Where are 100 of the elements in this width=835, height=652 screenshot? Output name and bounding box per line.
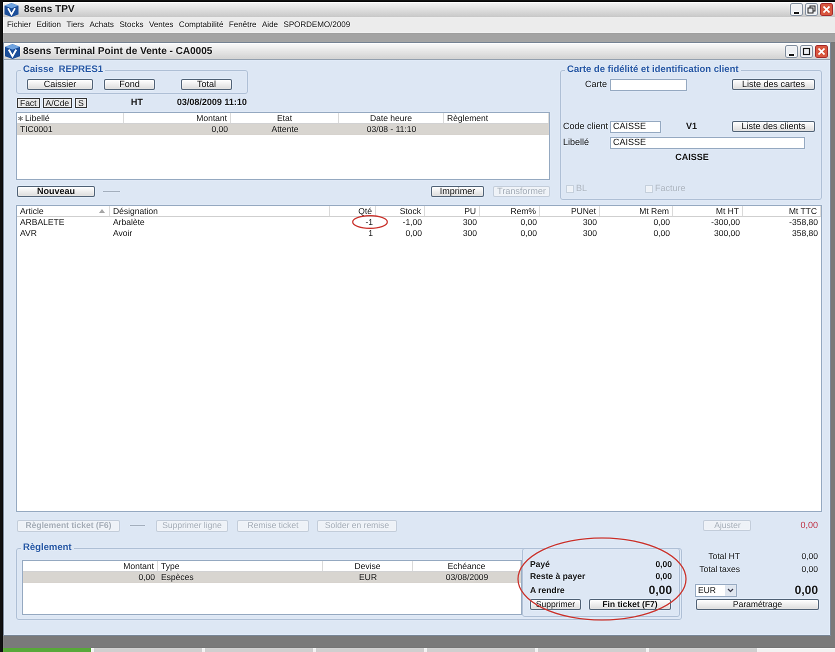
register-button[interactable]: Fond (104, 79, 155, 90)
client-list-button[interactable]: Liste des clients (732, 121, 815, 132)
close-button[interactable] (820, 3, 833, 16)
table-row[interactable]: 0,00 Espèces EUR 03/08/2009 (23, 572, 521, 583)
column-header[interactable]: Règlement (444, 113, 549, 123)
column-header[interactable]: PU (425, 206, 480, 216)
toggle-button[interactable]: A/Cde (42, 98, 72, 108)
column-header[interactable]: Stock (376, 206, 425, 216)
column-header[interactable]: Libellé (25, 112, 50, 124)
client-label-input[interactable]: CAISSE (610, 136, 805, 148)
table-cell-text: 300,00 (713, 228, 741, 239)
taskbar-button[interactable] (538, 648, 646, 652)
client-name: CAISSE (675, 151, 709, 164)
table-cell-text: 300 (582, 228, 598, 239)
summary-value: 0,00 (655, 558, 672, 570)
menu-item[interactable]: Comptabilité (178, 19, 224, 31)
table-cell-text: -1,00 (402, 217, 423, 228)
table-cell-text: 0,00 (652, 217, 671, 228)
maximize-icon (800, 44, 813, 58)
summary-button[interactable]: Supprimer (530, 599, 581, 610)
column-header[interactable]: PUNet (540, 206, 600, 216)
table-row[interactable]: TIC0001 0,00 Attente 03/08 - 11:10 (17, 124, 549, 135)
field-label: Code client (563, 120, 609, 133)
column-header[interactable]: Mt TTC (743, 206, 821, 216)
menu-item[interactable]: Fichier (7, 19, 32, 31)
menu-item[interactable]: Aide (262, 19, 278, 31)
column-header[interactable]: Montant (124, 113, 231, 123)
toggle-button[interactable]: S (75, 98, 87, 108)
new-button[interactable]: Nouveau (17, 186, 95, 196)
table-row[interactable]: AVR Avoir 1 0,00 300 0,00 300 0,00 300,00 358,80 (17, 228, 821, 239)
table-cell-text: 0,00 (652, 228, 671, 239)
menu-item[interactable]: Stocks (119, 19, 144, 31)
table-cell-text: 0,00 (519, 228, 538, 239)
table-cell-text: ARBALETE (19, 217, 66, 228)
client-code-input[interactable]: CAISSE (610, 120, 661, 132)
currency-select[interactable]: EUR (695, 584, 737, 596)
asterisk-icon[interactable] (18, 116, 23, 120)
taskbar-button[interactable] (316, 648, 424, 652)
register-button[interactable]: Total (181, 79, 232, 90)
settings-button[interactable]: Paramétrage (696, 599, 819, 610)
maximize-button[interactable] (800, 44, 813, 58)
group-title: Règlement (23, 542, 72, 553)
table-cell-text: Espèces (160, 572, 195, 583)
total-label: Total taxes (698, 563, 740, 576)
register-button[interactable]: Caissier (27, 79, 93, 90)
column-header[interactable]: Echéance (413, 561, 521, 571)
taskbar-button[interactable] (94, 648, 202, 652)
app-logo-icon (5, 44, 20, 58)
taskbar-button[interactable] (649, 648, 757, 652)
summary-button[interactable]: Fin ticket (F7) (589, 599, 671, 610)
minimize-button[interactable] (785, 44, 798, 58)
close-icon (815, 44, 828, 58)
column-header[interactable]: Date heure (339, 113, 444, 123)
table-cell-text: 300 (462, 217, 478, 228)
column-header[interactable]: Article (20, 204, 44, 218)
restore-button[interactable] (805, 3, 818, 16)
table-cell-text: 0,00 (404, 228, 423, 239)
menu-item[interactable]: Ventes (148, 19, 174, 31)
summary-value: 0,00 (648, 584, 672, 597)
menu-item[interactable]: Achats (89, 19, 114, 31)
table-cell-text: TIC0001 (19, 124, 54, 135)
column-header[interactable]: Mt Rem (600, 206, 673, 216)
column-header[interactable]: Devise (323, 561, 413, 571)
minimize-icon (785, 44, 798, 58)
register-name: REPRES1 (58, 64, 103, 75)
table-cell-text: 1 (367, 228, 374, 239)
column-header[interactable]: Montant (23, 561, 158, 571)
grand-total: 0,00 (794, 582, 818, 599)
close-button[interactable] (815, 44, 828, 58)
taskbar-button[interactable] (427, 648, 535, 652)
column-header[interactable]: Mt HT (673, 206, 743, 216)
print-button[interactable]: Imprimer (431, 186, 484, 196)
group-title: Carte de fidélité et identification client (567, 64, 739, 75)
table-cell-text: 0,00 (210, 124, 229, 135)
app-logo-icon (4, 2, 19, 16)
menu-item[interactable]: Fenêtre (228, 19, 256, 31)
column-header[interactable]: Etat (231, 113, 339, 123)
adjust-amount: 0,00 (800, 518, 818, 532)
column-header[interactable]: Qté (330, 206, 376, 216)
table-cell-text: AVR (19, 228, 38, 239)
taskbar-button[interactable] (205, 648, 313, 652)
total-label: Total HT (707, 550, 740, 563)
price-mode: HT (130, 96, 143, 109)
table-row[interactable]: ARBALETE Arbalète -1 -1,00 300 0,00 300 0,00 -300,00 -358,80 (17, 217, 821, 228)
column-header[interactable]: Rem% (480, 206, 540, 216)
card-list-button[interactable]: Liste des cartes (732, 79, 815, 90)
toggle-button[interactable]: Fact (17, 98, 40, 108)
column-header[interactable]: Désignation (110, 206, 330, 216)
menu-item[interactable]: Edition (36, 19, 61, 31)
field-label: Carte (584, 78, 608, 91)
card-input[interactable] (610, 78, 687, 90)
column-header[interactable]: Type (158, 561, 323, 571)
group-title: Caisse (23, 64, 54, 75)
table-cell-text: 0,00 (519, 217, 538, 228)
table-cell-text: EUR (358, 572, 378, 583)
menu-item[interactable]: SPORDEMO/2009 (283, 19, 350, 31)
menu-item[interactable]: Tiers (66, 19, 84, 31)
minimize-button[interactable] (790, 3, 803, 16)
start-button[interactable] (3, 648, 91, 652)
table-cell-text: 03/08 - 11:10 (366, 124, 418, 135)
